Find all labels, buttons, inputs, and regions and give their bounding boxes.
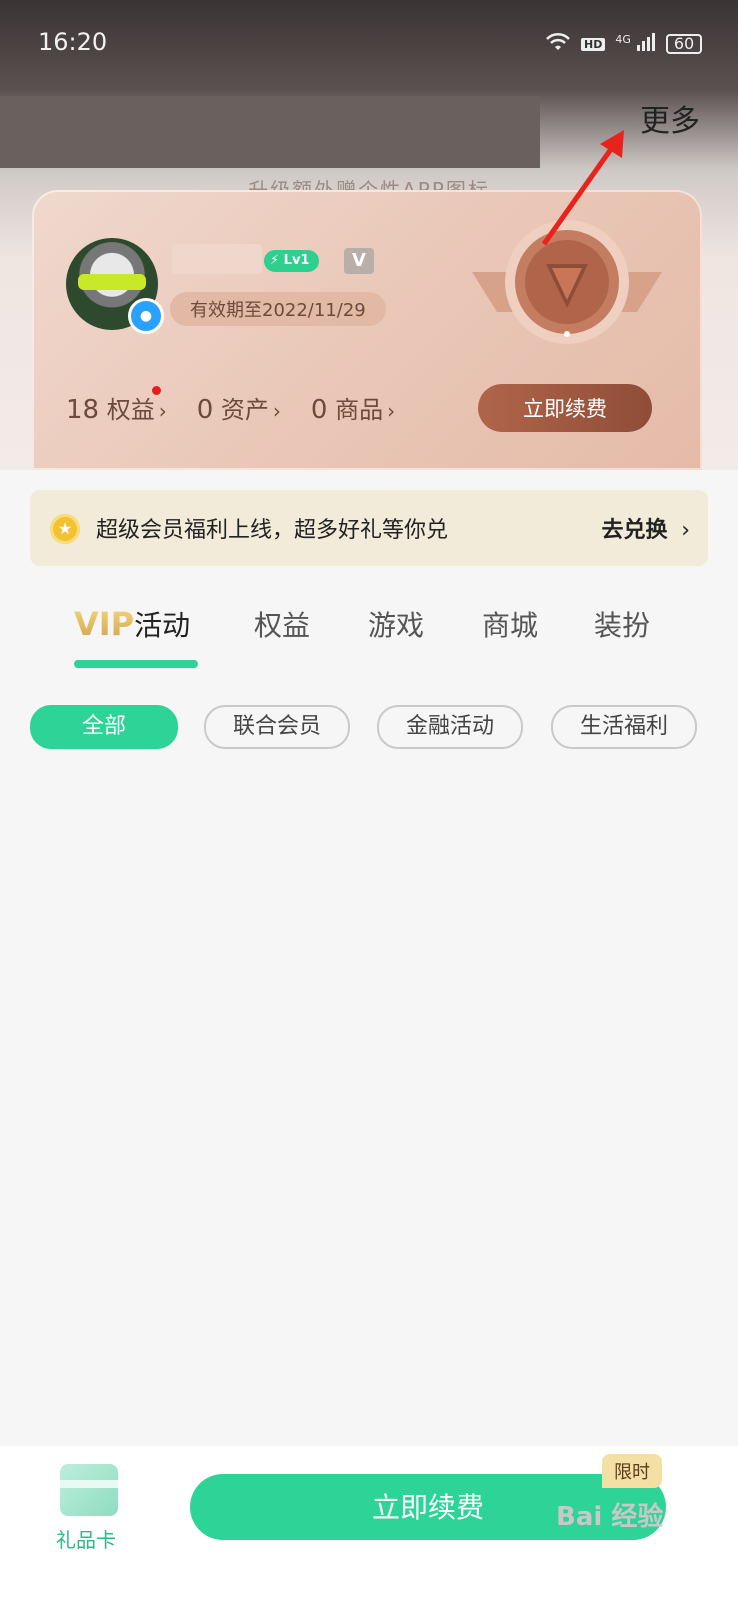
category-tabs: VIP活动 权益 游戏 商城 装扮 — [0, 604, 738, 668]
stat-count: 18 — [66, 395, 100, 425]
redeem-label: 去兑换 — [601, 518, 668, 543]
expiry-date: 有效期至2022/11/29 — [170, 292, 386, 326]
stat-label: 商品 — [335, 396, 384, 424]
hd-icon: HD — [581, 37, 606, 51]
chevron-right-icon: › — [158, 399, 167, 423]
annotation-arrow-icon — [541, 130, 624, 246]
stat-assets[interactable]: 0 资产 › — [197, 390, 281, 425]
stat-count: 0 — [310, 395, 328, 425]
gift-card-label[interactable]: 礼品卡 — [56, 1524, 116, 1553]
active-tab-indicator — [74, 660, 198, 668]
level-badge[interactable]: ⚡ Lv1 — [264, 250, 320, 272]
notice-bar[interactable]: ★ 超级会员福利上线，超多好礼等你兑 去兑换 › — [30, 490, 708, 566]
stat-benefits[interactable]: 18 权益 › — [66, 386, 167, 425]
stat-goods[interactable]: 0 商品 › — [311, 390, 395, 425]
blurred-banner — [0, 96, 540, 168]
chip-joint-membership[interactable]: 联合会员 — [204, 705, 350, 749]
stat-count: 0 — [196, 395, 214, 425]
tab-games[interactable]: 游戏 — [368, 604, 424, 644]
redeem-link[interactable]: 去兑换 › — [602, 512, 691, 544]
vip-v-badge[interactable]: V — [344, 248, 374, 274]
limited-time-badge: 限时 — [602, 1454, 662, 1488]
watermark: Bai 经验 — [556, 1502, 664, 1532]
signal-icon: 4G — [615, 33, 656, 55]
card-renew-button[interactable]: 立即续费 — [478, 384, 652, 432]
battery-icon: 60 — [666, 34, 702, 54]
stat-label: 资产 — [220, 396, 269, 424]
notice-text: 超级会员福利上线，超多好礼等你兑 — [96, 518, 449, 543]
lightning-icon: ⚡ — [270, 253, 280, 268]
stat-label: 权益 — [106, 396, 155, 424]
tab-mall[interactable]: 商城 — [482, 604, 538, 644]
qq-icon: ● — [128, 298, 164, 334]
level-label: Lv1 — [283, 253, 310, 268]
chip-all[interactable]: 全部 — [30, 705, 178, 749]
more-link[interactable]: 更多 — [640, 96, 700, 140]
star-coin-icon: ★ — [50, 514, 80, 544]
status-icons: HD 4G 60 — [545, 32, 702, 56]
tab-label: 活动 — [134, 609, 191, 642]
status-time: 16:20 — [38, 28, 108, 56]
chevron-right-icon: › — [272, 399, 281, 423]
username-redacted — [172, 244, 262, 274]
chevron-right-icon: › — [681, 518, 690, 543]
tab-benefits[interactable]: 权益 — [254, 604, 310, 644]
chip-finance[interactable]: 金融活动 — [377, 705, 523, 749]
chip-life-benefits[interactable]: 生活福利 — [551, 705, 697, 749]
member-stats: 18 权益 › 0 资产 › 0 商品 › — [66, 386, 395, 425]
wifi-icon — [545, 32, 571, 56]
notification-dot — [152, 386, 161, 395]
tab-vip-activity[interactable]: VIP活动 — [74, 604, 190, 644]
status-bar: 16:20 HD 4G 60 — [0, 22, 738, 62]
gift-card-icon[interactable] — [60, 1464, 118, 1516]
network-type: 4G — [615, 33, 631, 46]
tab-dressup[interactable]: 装扮 — [594, 604, 650, 644]
vip-prefix: VIP — [74, 605, 135, 643]
chevron-right-icon: › — [387, 399, 396, 423]
